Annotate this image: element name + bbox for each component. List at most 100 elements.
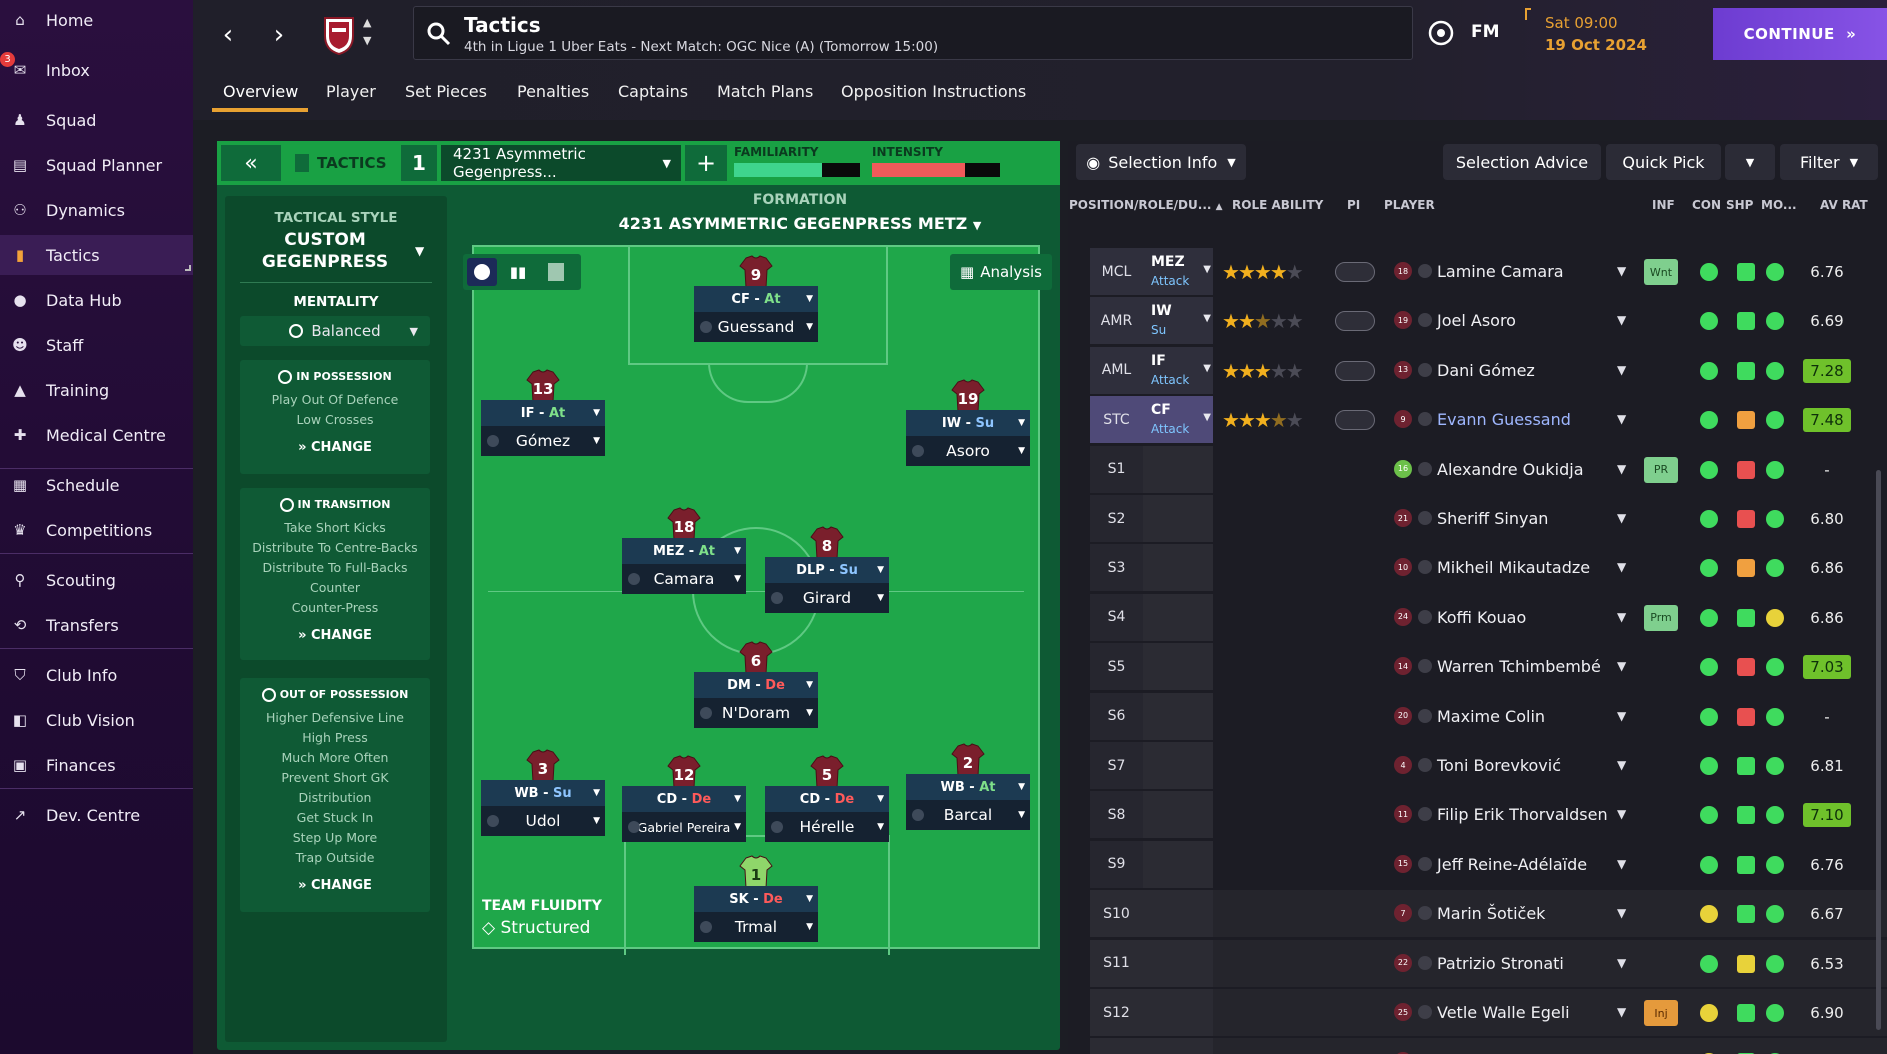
table-row[interactable]: S12 25 Vetle Walle Egeli ▼ Inj 6.90 (1090, 989, 1887, 1036)
quick-pick-button[interactable]: Quick Pick (1606, 144, 1721, 180)
table-row[interactable]: S8 11 Filip Erik Thorvaldsen ▼ 7.10 (1090, 791, 1887, 839)
player-name-link[interactable]: Mikheil Mikautadze (1437, 544, 1590, 591)
chevron-down-icon[interactable]: ▼ (1617, 363, 1626, 377)
selection-advice-button[interactable]: Selection Advice (1443, 144, 1601, 180)
player-role[interactable]: WB - Su ▼ (481, 780, 605, 806)
player-role[interactable]: CF - At ▼ (694, 286, 818, 312)
social-feed-icon[interactable] (1428, 20, 1454, 46)
player-name[interactable]: N'Doram ▼ (694, 698, 818, 728)
sidebar-item-home[interactable]: ⌂ Home (0, 0, 193, 40)
table-row[interactable]: S9 15 Jeff Reine-Adélaïde ▼ 6.76 (1090, 840, 1887, 888)
player-name-link[interactable]: Sheriff Sinyan (1437, 495, 1548, 542)
col-header-pi[interactable]: PI (1347, 198, 1360, 212)
player-card-girard[interactable]: 8 DLP - Su ▼ Girard ▼ (765, 526, 889, 615)
chevron-down-icon[interactable]: ▼ (1617, 313, 1626, 327)
fm-logo[interactable]: FM (1471, 22, 1500, 42)
player-card-h-relle[interactable]: 5 CD - De ▼ Hérelle ▼ (765, 755, 889, 844)
chevron-down-icon[interactable]: ▼ (1617, 511, 1626, 525)
player-name-link[interactable]: Marin Šotiček (1437, 890, 1545, 937)
chevron-down-icon[interactable]: ▼ (1617, 906, 1626, 920)
player-name[interactable]: Girard ▼ (765, 583, 889, 613)
back-arrow-icon[interactable]: ‹ (215, 20, 241, 50)
col-header-av-rat[interactable]: AV RAT (1820, 198, 1868, 212)
player-name-link[interactable]: Warren Tchimbembé (1437, 643, 1601, 690)
chevron-down-icon[interactable]: ▼ (415, 244, 424, 258)
club-crest-icon[interactable] (321, 14, 357, 56)
familiarity-bar[interactable] (734, 163, 860, 177)
chevron-down-icon[interactable]: ▼ (1617, 659, 1626, 673)
player-name[interactable]: Guessand ▼ (694, 312, 818, 342)
player-card-n-doram[interactable]: 6 DM - De ▼ N'Doram ▼ (694, 641, 818, 730)
chevron-down-icon[interactable]: ▼ (363, 34, 371, 47)
player-card-asoro[interactable]: 19 IW - Su ▼ Asoro ▼ (906, 379, 1030, 468)
player-name[interactable]: Hérelle ▼ (765, 812, 889, 842)
col-header-mo[interactable]: MO... (1761, 198, 1797, 212)
player-name[interactable]: Camara ▼ (622, 564, 746, 594)
tab-set-pieces[interactable]: Set Pieces (405, 82, 487, 101)
chevron-down-icon[interactable]: ▼ (1617, 956, 1626, 970)
player-card-barcal[interactable]: 2 WB - At ▼ Barcal ▼ (906, 743, 1030, 832)
table-row[interactable]: MCL MEZ Attack ▼ ★★★★★ 18 Lamine Camara ▼ Wnt 6.7… (1090, 248, 1887, 295)
player-card-trmal[interactable]: 1 SK - De ▼ Trmal ▼ (694, 855, 818, 944)
chevron-down-icon[interactable]: ▼ (1617, 560, 1626, 574)
sidebar-item-training[interactable]: ▲ Training (0, 370, 193, 410)
mentality-dropdown[interactable]: Balanced ▼ (240, 316, 430, 346)
player-name-link[interactable]: Jeff Reine-Adélaïde (1437, 841, 1587, 888)
role-selector[interactable]: MEZ Attack ▼ (1143, 248, 1213, 295)
bar-chart-view-button[interactable]: ▮▮ (503, 258, 533, 286)
col-header-shp[interactable]: SHP (1726, 198, 1753, 212)
quick-pick-dropdown[interactable]: ▼ (1725, 144, 1775, 180)
sidebar-item-medical-centre[interactable]: ✚ Medical Centre (0, 415, 193, 455)
table-row[interactable]: S4 24 Koffi Kouao ▼ Prm 6.86 (1090, 593, 1887, 641)
player-name-link[interactable]: Patrizio Stronati (1437, 940, 1564, 987)
player-card-g-mez[interactable]: 13 IF - At ▼ Gómez ▼ (481, 369, 605, 458)
table-row[interactable]: AML IF Attack ▼ ★★★★★ 13 Dani Gómez ▼ 7.28 (1090, 346, 1887, 394)
player-instructions-toggle[interactable] (1335, 262, 1375, 282)
player-name-link[interactable]: Vetle Walle Egeli (1437, 989, 1570, 1036)
sidebar-item-staff[interactable]: ☻ Staff (0, 325, 193, 365)
tab-player[interactable]: Player (326, 82, 376, 101)
player-role[interactable]: IW - Su ▼ (906, 410, 1030, 436)
player-role[interactable]: DM - De ▼ (694, 672, 818, 698)
forward-arrow-icon[interactable]: › (266, 20, 292, 50)
add-tactic-button[interactable]: + (685, 145, 727, 181)
player-name-link[interactable]: Lamine Camara (1437, 248, 1564, 295)
sidebar-item-schedule[interactable]: ▦ Schedule (0, 465, 193, 505)
player-card-guessand[interactable]: 9 CF - At ▼ Guessand ▼ (694, 255, 818, 344)
analysis-button[interactable]: ▦ Analysis (950, 254, 1052, 290)
sidebar-item-tactics[interactable]: ▮ Tactics (0, 235, 193, 275)
table-row[interactable]: S11 22 Patrizio Stronati ▼ 6.53 (1090, 939, 1887, 987)
formation-selector[interactable]: 4231 ASYMMETRIC GEGENPRESS METZ ▼ (560, 214, 1040, 233)
player-name[interactable]: Gómez ▼ (481, 426, 605, 456)
sidebar-item-club-info[interactable]: ⛉ Club Info (0, 655, 193, 695)
sidebar-item-squad-planner[interactable]: ▤ Squad Planner (0, 145, 193, 185)
player-role[interactable]: IF - At ▼ (481, 400, 605, 426)
player-role[interactable]: CD - De ▼ (765, 786, 889, 812)
change-in-possession-button[interactable]: » CHANGE (240, 440, 430, 455)
chevron-down-icon[interactable]: ▼ (1617, 412, 1626, 426)
player-name[interactable]: Gabriel Pereira ▼ (622, 812, 746, 842)
table-row[interactable]: S1 16 Alexandre Oukidja ▼ PR - (1090, 445, 1887, 493)
player-instructions-toggle[interactable] (1335, 360, 1375, 381)
chevron-down-icon[interactable]: ▼ (1617, 1005, 1626, 1019)
chevron-down-icon[interactable]: ▼ (1617, 264, 1626, 278)
change-in-transition-button[interactable]: » CHANGE (240, 628, 430, 643)
player-name-link[interactable]: Toni Borevković (1437, 742, 1561, 789)
player-name-link[interactable]: Filip Erik Thorvaldsen (1437, 791, 1608, 838)
sidebar-item-competitions[interactable]: ♛ Competitions (0, 510, 193, 550)
table-row[interactable]: S3 10 Mikheil Mikautadze ▼ 6.86 (1090, 544, 1887, 592)
selection-info-dropdown[interactable]: ◉ Selection Info ▼ (1076, 144, 1246, 180)
sidebar-item-squad[interactable]: ♟ Squad (0, 100, 193, 140)
col-header-role-ability[interactable]: ROLE ABILITY (1232, 198, 1323, 212)
collapse-button[interactable]: « (221, 145, 281, 181)
tab-captains[interactable]: Captains (618, 82, 688, 101)
table-row[interactable]: S5 14 Warren Tchimbembé ▼ 7.03 (1090, 643, 1887, 691)
intensity-bar[interactable] (872, 163, 1000, 177)
scrollbar[interactable] (1876, 470, 1881, 1030)
player-role[interactable]: WB - At ▼ (906, 774, 1030, 800)
chevron-down-icon[interactable]: ▼ (1617, 709, 1626, 723)
player-name[interactable]: Asoro ▼ (906, 436, 1030, 466)
player-name-link[interactable]: Evann Guessand (1437, 396, 1571, 443)
info-view-button[interactable] (541, 258, 571, 286)
table-row[interactable]: STC CF Attack ▼ ★★★★★ 9 Evann Guessand ▼ 7.48 (1090, 396, 1887, 444)
